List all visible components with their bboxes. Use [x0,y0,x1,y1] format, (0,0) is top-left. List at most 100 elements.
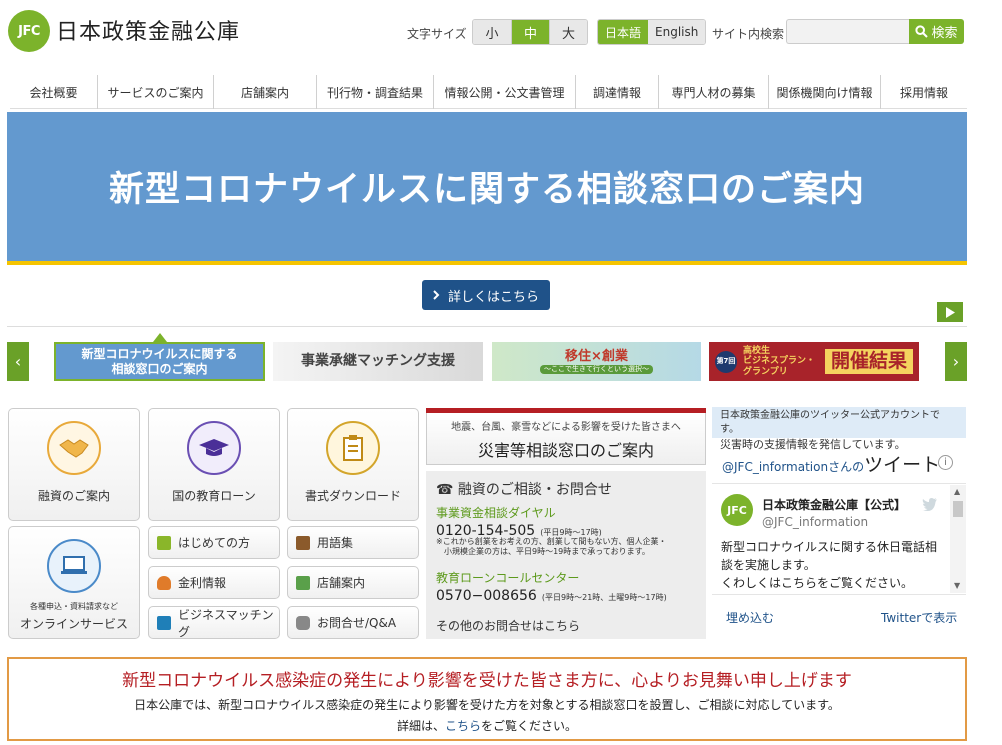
notice-detail-link[interactable]: こちら [445,719,481,733]
tile-education-loan[interactable]: 国の教育ローン [148,408,280,521]
contact-other-link[interactable]: その他のお問合せはこちら [436,617,580,634]
tile-contact-qa-label: お問合せ/Q&A [317,616,397,630]
phone-icon: ☎ [436,482,454,498]
lang-english-button[interactable]: English [648,20,706,44]
tile-business-matching[interactable]: ビジネスマッチング [148,606,280,639]
contact-box: ☎ 融資のご相談・お問合せ 事業資金相談ダイヤル 0120-154-505 (平… [426,471,706,639]
tile-loans[interactable]: 融資のご案内 [8,408,140,521]
site-search-label: サイト内検索 [712,27,785,41]
nav-item-publications[interactable]: 刊行物・調査結果 [317,75,434,109]
carousel-prev-button[interactable]: ‹ [7,342,29,381]
twitter-widget-header: @JFC_informationさんのツイート [722,450,940,477]
twitter-account-handle[interactable]: @JFC_information [762,515,868,529]
slide-migration-sub: 〜ここで生きて行くという選択〜 [540,365,653,374]
twitter-view-link[interactable]: Twitterで表示 [881,609,957,626]
nav-item-specialists[interactable]: 専門人材の募集 [659,75,769,109]
search-button-label: 検索 [931,26,958,41]
online-service-sub: 各種申込・資料請求など [30,602,118,611]
slide-bizplan-title: 高校生 ビジネスプラン・ グランプリ [743,346,815,377]
twitter-divider [712,483,966,484]
scroll-down-icon[interactable]: ▼ [954,581,960,590]
beginner-mark-icon [157,535,171,550]
briefcase-icon [157,615,171,630]
carousel-slide-succession[interactable]: 事業承継マッチング支援 [273,342,483,381]
tile-business-matching-label: ビジネスマッチング [178,607,274,639]
nav-item-institutions[interactable]: 関係機関向け情報 [769,75,881,109]
nav-item-recruit[interactable]: 採用情報 [881,75,967,109]
notice-detail: 詳細は、こちらをご覧ください。 [9,717,965,734]
dial2-hours: (平日9時〜21時、土曜9時〜17時) [541,593,667,602]
laptop-icon [47,539,101,593]
nav-item-disclosure[interactable]: 情報公開・公文書管理 [434,75,576,109]
tweet-line-3: くわしくはこちらをご覧ください。 [721,576,914,590]
dial2-line: 0570−008656 (平日9時〜21時、土曜9時〜17時) [436,585,667,604]
tile-branch-info[interactable]: 店舗案内 [287,566,419,599]
twitter-embed-link[interactable]: 埋め込む [726,609,774,626]
slide-bizplan-badge: 第7回 [715,350,737,373]
carousel-next-button[interactable]: › [945,342,967,381]
tile-contact-qa[interactable]: お問合せ/Q&A [287,606,419,639]
font-size-large-button[interactable]: 大 [549,20,587,44]
nav-item-procurement[interactable]: 調達情報 [576,75,659,109]
twitter-handle-link[interactable]: @JFC_informationさんの [722,460,864,474]
jfc-logo-mark[interactable]: JFC [8,10,50,52]
contact-heading: ☎ 融資のご相談・お問合せ [436,479,612,499]
slide-bizplan-title-3: グランプリ [743,366,788,377]
tweet-body[interactable]: 新型コロナウイルスに関する休日電話相 談を実施します。 くわしくはこちらをご覧く… [721,538,937,592]
scroll-up-icon[interactable]: ▲ [954,487,960,496]
twitter-account-name[interactable]: 日本政策金融公庫【公式】 [762,496,906,513]
font-size-small-button[interactable]: 小 [473,20,511,44]
graduation-cap-icon [187,421,241,475]
disaster-consultation-link[interactable]: 地震、台風、豪雪などによる影響を受けた皆さまへ 災害等相談窓口のご案内 [426,413,706,465]
disaster-sub: 地震、台風、豪雪などによる影響を受けた皆さまへ [451,422,681,433]
font-size-medium-button[interactable]: 中 [511,20,549,44]
tile-education-loan-label: 国の教育ローン [172,489,256,503]
search-button[interactable]: 検索 [909,19,964,44]
language-switcher: 日本語 English [597,19,707,45]
lang-japanese-button[interactable]: 日本語 [598,20,649,44]
notice-detail-prefix: 詳細は、 [396,719,445,733]
notice-body: 日本公庫では、新型コロナウイルス感染症の発生により影響を受けた方を対象とする相談… [134,698,840,712]
tile-interest-rates-label: 金利情報 [178,576,227,590]
twitter-scrollbar[interactable]: ▲ ▼ [950,485,966,593]
site-logo-text[interactable]: 日本政策金融公庫 [56,14,240,46]
tile-loans-label: 融資のご案内 [37,489,110,503]
font-size-switcher: 小 中 大 [472,19,588,45]
nav-item-company[interactable]: 会社概要 [10,75,98,109]
tile-forms-download-label: 書式ダウンロード [304,489,401,503]
info-icon[interactable]: i [938,455,953,470]
site-search-input[interactable] [786,19,910,44]
slide-bizplan-title-1: 高校生 [743,345,771,356]
dial1-note-2: 小規模企業の方は、平日9時〜19時まで承っております。 [444,547,650,557]
slide-bizplan-title-2: ビジネスプラン・ [743,356,816,367]
tile-interest-rates[interactable]: 金利情報 [148,566,280,599]
contact-heading-text: 融資のご相談・お問合せ [457,482,612,498]
carousel-play-button[interactable] [937,302,963,322]
tile-glossary[interactable]: 用語集 [287,526,419,559]
search-icon [915,25,929,38]
chevron-right-icon: › [952,352,960,371]
tile-first-time[interactable]: はじめての方 [148,526,280,559]
twitter-footer-divider [712,594,966,595]
tile-online-service[interactable]: 各種申込・資料請求など オンラインサービス [8,526,140,639]
nav-item-branches[interactable]: 店舗案内 [214,75,317,109]
hero-banner[interactable]: 新型コロナウイルスに関する相談窓口のご案内 [7,112,967,261]
tile-branch-info-label: 店舗案内 [317,576,366,590]
chevron-left-icon: ‹ [14,352,22,371]
scrollbar-thumb[interactable] [953,501,963,517]
twitter-intro-1: 日本政策金融公庫のツイッター公式アカウントです。 [720,410,940,435]
book-icon [296,535,310,550]
dial2-number[interactable]: 0570−008656 [436,588,537,604]
tile-forms-download[interactable]: 書式ダウンロード [287,408,419,521]
document-icon [326,421,380,475]
dial1-title: 事業資金相談ダイヤル [436,506,556,520]
carousel-slide-covid[interactable]: 新型コロナウイルスに関する 相談窓口のご案内 [54,342,265,381]
hero-detail-button[interactable]: 詳しくはこちら [422,280,550,310]
notice-detail-suffix: をご覧ください。 [481,719,578,733]
carousel-slide-bizplan[interactable]: 第7回 高校生 ビジネスプラン・ グランプリ 開催結果 [709,342,919,381]
nav-item-services[interactable]: サービスのご案内 [98,75,214,109]
money-bag-icon [157,575,171,590]
twitter-tweet-word: ツイート [864,454,941,476]
twitter-avatar[interactable]: JFC [721,494,753,526]
carousel-slide-migration[interactable]: 移住×創業 〜ここで生きて行くという選択〜 [492,342,701,381]
